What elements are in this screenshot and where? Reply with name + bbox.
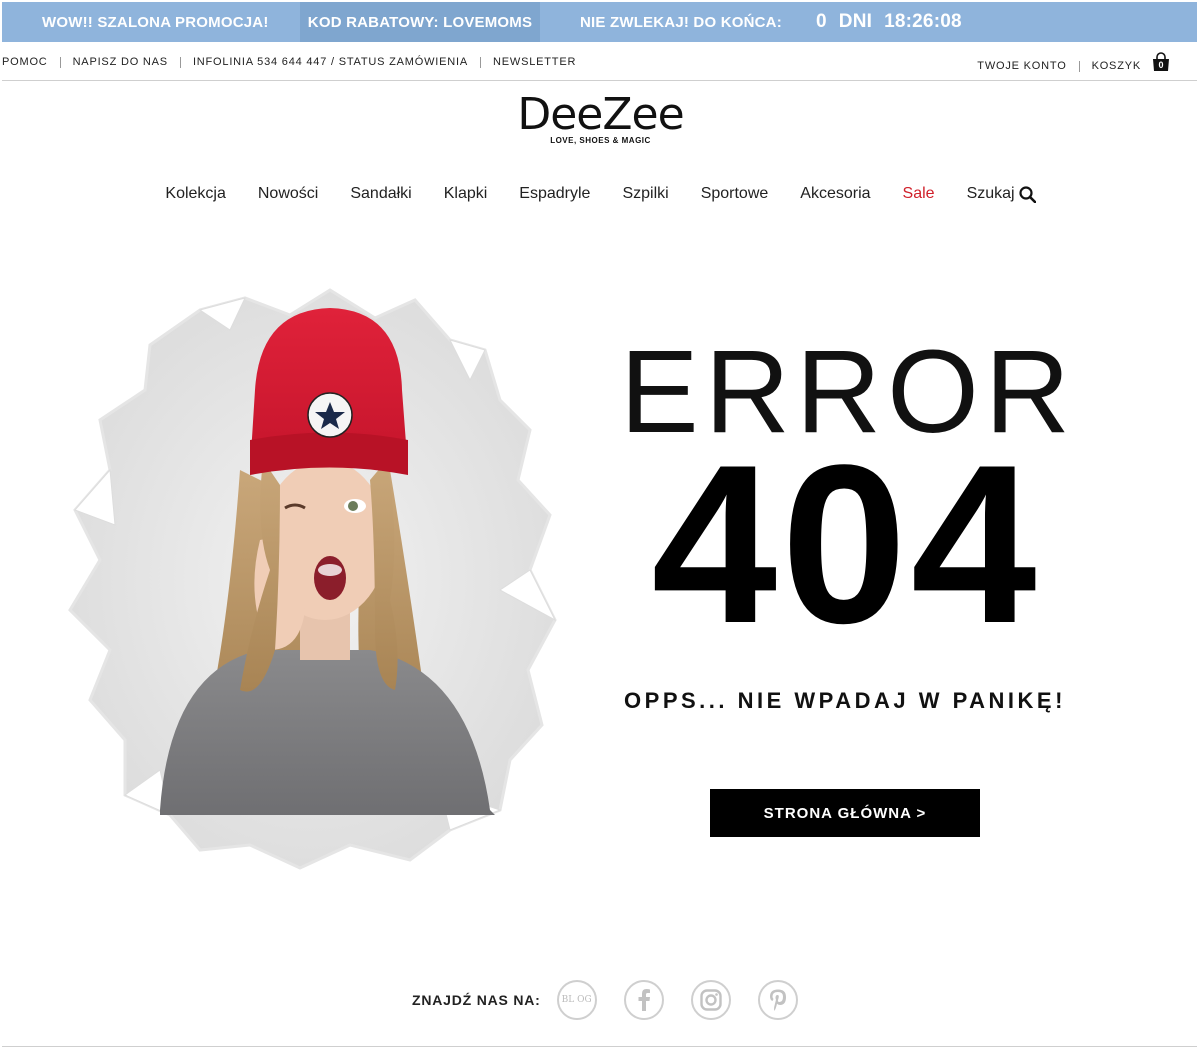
nav-item-klapki[interactable]: Klapki [444, 183, 488, 205]
torn-paper-illustration [30, 270, 610, 900]
nav-item-nowosci[interactable]: Nowości [258, 183, 318, 205]
search-icon [1018, 185, 1036, 203]
countdown-days: 0 [816, 11, 827, 32]
cart-link[interactable]: KOSZYK [1092, 60, 1141, 72]
countdown-time: 18:26:08 [884, 11, 962, 32]
divider [480, 56, 482, 68]
nav-item-szpilki[interactable]: Szpilki [622, 183, 668, 205]
footer-divider [2, 1046, 1197, 1047]
social-links: ZNAJDŹ NAS NA: BL OG [412, 980, 825, 1020]
cart-icon[interactable]: 0 [1151, 52, 1171, 72]
nav-item-sandalki[interactable]: Sandałki [350, 183, 411, 205]
error-code: 404 [651, 417, 1041, 670]
countdown-days-label: DNI [838, 11, 873, 32]
divider [1078, 60, 1080, 72]
divider [179, 56, 181, 68]
error-message: OPPS... NIE WPADAJ W PANIKĘ! [624, 688, 1066, 713]
account-link[interactable]: TWOJE KONTO [977, 60, 1066, 72]
utility-bar: POMOC NAPISZ DO NAS INFOLINIA 534 644 44… [2, 44, 1197, 81]
main-nav: Kolekcja Nowości Sandałki Klapki Espadry… [0, 183, 1201, 205]
cart-count: 0 [1158, 60, 1164, 70]
promo-bar: WOW!! SZALONA PROMOCJA! KOD RABATOWY: LO… [2, 2, 1197, 42]
blog-icon[interactable]: BL OG [556, 980, 597, 1020]
search-label: Szukaj [966, 185, 1015, 202]
nav-item-espadryle[interactable]: Espadryle [519, 183, 590, 205]
promo-headline: WOW!! SZALONA PROMOCJA! [42, 13, 269, 31]
nav-item-kolekcja[interactable]: Kolekcja [165, 183, 225, 205]
instagram-icon[interactable] [690, 980, 731, 1020]
account-links: TWOJE KONTO KOSZYK 0 [977, 52, 1171, 76]
utility-links: POMOC NAPISZ DO NAS INFOLINIA 534 644 44… [2, 56, 576, 68]
nav-item-sale[interactable]: Sale [903, 183, 935, 205]
logo-name: DeeZee [517, 89, 684, 140]
hotline-order-status-link[interactable]: INFOLINIA 534 644 447 / STATUS ZAMÓWIENI… [193, 56, 468, 68]
site-logo[interactable]: DeeZee LOVE, SHOES & MAGIC [0, 89, 1201, 146]
home-button[interactable]: STRONA GŁÓWNA > [710, 789, 980, 837]
nav-search[interactable]: Szukaj [967, 183, 1036, 205]
contact-link[interactable]: NAPISZ DO NAS [73, 56, 168, 68]
blog-icon-text: BL OG [561, 994, 592, 1005]
social-label: ZNAJDŹ NAS NA: [412, 992, 541, 1008]
nav-item-akcesoria[interactable]: Akcesoria [800, 183, 870, 205]
facebook-icon[interactable] [623, 980, 664, 1020]
divider [59, 56, 61, 68]
pinterest-icon[interactable] [757, 980, 798, 1020]
newsletter-link[interactable]: NEWSLETTER [493, 56, 576, 68]
help-link[interactable]: POMOC [2, 56, 48, 68]
promo-deadline-label: NIE ZWLEKAJ! DO KOŃCA: [580, 13, 782, 31]
nav-item-sportowe[interactable]: Sportowe [701, 183, 769, 205]
promo-code: KOD RABATOWY: LOVEMOMS [300, 2, 540, 42]
promo-countdown: 0 DNI 18:26:08 [816, 2, 974, 42]
hero-image [30, 270, 610, 900]
logo-tagline: LOVE, SHOES & MAGIC [550, 136, 651, 145]
